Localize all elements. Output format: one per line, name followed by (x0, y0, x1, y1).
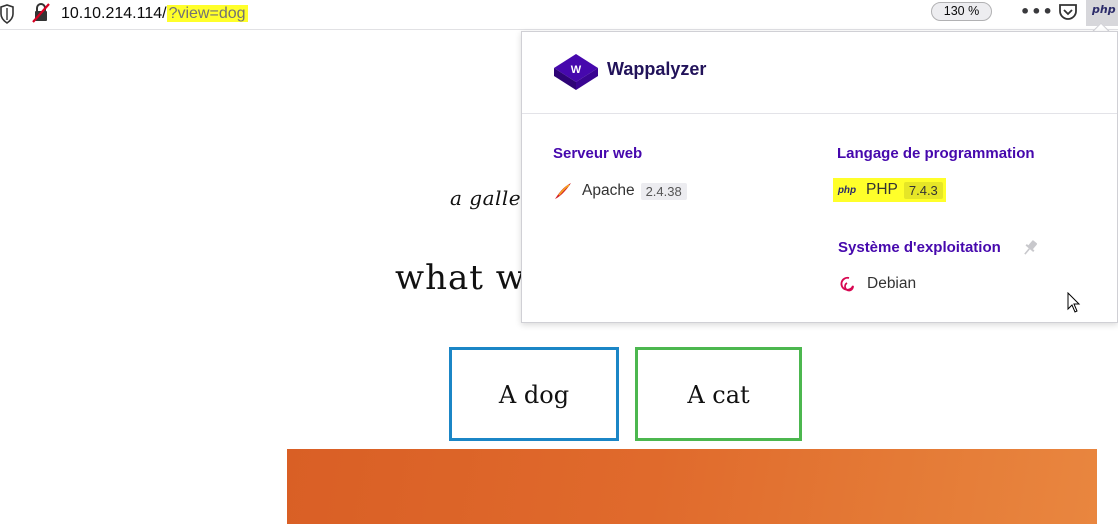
tech-debian[interactable]: Debian (837, 272, 916, 296)
pocket-icon[interactable] (1058, 2, 1078, 22)
wappalyzer-brand: Wappalyzer (607, 59, 707, 79)
url-host: 10.10.214.114/ (61, 5, 167, 22)
address-bar[interactable]: 10.10.214.114/?view=dog (61, 3, 248, 25)
php-badge-text: php (1092, 3, 1116, 16)
tech-version: 7.4.3 (903, 181, 943, 199)
popup-header: W Wappalyzer (522, 32, 1117, 114)
page-actions-menu-icon[interactable]: ••• (1020, 2, 1054, 21)
apache-feather-icon (552, 180, 574, 202)
tech-name: Debian (867, 275, 917, 292)
tech-apache[interactable]: Apache 2.4.38 (552, 179, 687, 203)
php-icon: php (837, 184, 857, 196)
tech-name: PHP (866, 181, 898, 198)
insecure-lock-icon[interactable] (31, 3, 51, 23)
tracking-shield-icon[interactable] (0, 4, 14, 24)
category-web-server: Serveur web (553, 145, 643, 162)
debian-swirl-icon (837, 273, 859, 295)
browser-toolbar: 10.10.214.114/?view=dog 130 % ••• php (0, 0, 1118, 30)
dog-photo (287, 449, 1097, 524)
svg-text:W: W (571, 64, 582, 76)
gallery-subtitle: a galler (450, 186, 532, 210)
tech-name: Apache (582, 182, 635, 199)
wappalyzer-extension-button[interactable]: php (1086, 0, 1118, 26)
cat-button[interactable]: A cat (635, 347, 802, 441)
wappalyzer-logo-icon: W (554, 54, 598, 90)
category-programming-language: Langage de programmation (837, 145, 1035, 162)
dog-button[interactable]: A dog (449, 347, 619, 441)
pin-icon[interactable] (1020, 238, 1040, 258)
wappalyzer-popup: W Wappalyzer Serveur web Apache 2.4.38 L… (521, 31, 1118, 323)
tech-version: 2.4.38 (640, 182, 687, 200)
zoom-level-button[interactable]: 130 % (931, 2, 992, 21)
tech-php[interactable]: php PHP 7.4.3 (833, 178, 946, 202)
url-query-highlight: ?view=dog (166, 5, 248, 22)
category-operating-system: Système d'exploitation (838, 239, 1001, 256)
mouse-cursor-icon (1067, 292, 1081, 313)
